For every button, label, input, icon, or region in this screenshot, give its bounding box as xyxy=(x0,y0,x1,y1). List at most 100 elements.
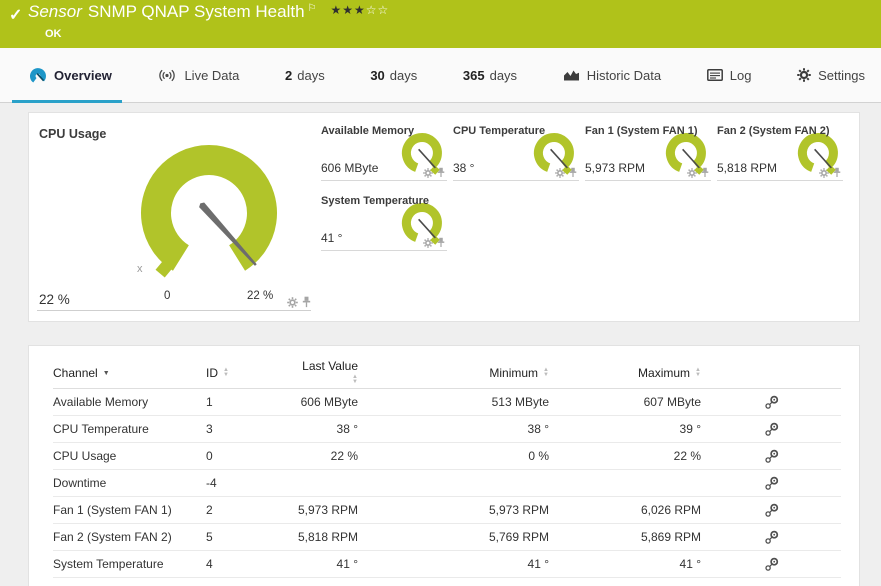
column-header-minimum[interactable]: Minimum ▲ ▼ xyxy=(358,358,549,389)
cell-maximum xyxy=(549,469,701,497)
cell-id: -4 xyxy=(206,469,293,497)
channel-settings-icon[interactable] xyxy=(764,557,779,572)
primary-gauge-cell: CPU Usage x 0 22 % 22 % xyxy=(37,121,319,313)
channel-settings-icon[interactable] xyxy=(764,449,779,464)
table-row[interactable]: Downtime -4 xyxy=(53,469,841,497)
channel-settings-icon[interactable] xyxy=(764,422,779,437)
tab-label: Historic Data xyxy=(586,67,662,83)
column-header-actions xyxy=(701,358,841,389)
page-title: SNMP QNAP System Health xyxy=(87,2,305,21)
tab-number: 365 xyxy=(462,67,485,83)
cell-channel[interactable]: System Temperature xyxy=(53,550,206,578)
live-data-icon xyxy=(159,69,176,81)
sort-icon: ▲ ▼ xyxy=(543,367,549,378)
gear-icon[interactable] xyxy=(287,297,298,308)
tab-settings[interactable]: Settings xyxy=(791,48,871,102)
pin-icon[interactable] xyxy=(302,296,311,308)
primary-gauge-footer: 22 % xyxy=(37,287,311,311)
tab-365-days[interactable]: 365 days xyxy=(457,48,523,102)
table-row[interactable]: Fan 1 (System FAN 1) 2 5,973 RPM 5,973 R… xyxy=(53,496,841,524)
cell-minimum: 513 MByte xyxy=(358,388,549,416)
cell-channel[interactable]: Fan 2 (System FAN 2) xyxy=(53,523,206,551)
cell-channel[interactable]: CPU Usage xyxy=(53,442,206,470)
cell-minimum: 5,769 RPM xyxy=(358,523,549,551)
channel-settings-icon[interactable] xyxy=(764,395,779,410)
tab-label: Settings xyxy=(818,67,866,83)
cell-maximum: 22 % xyxy=(549,442,701,470)
cell-minimum: 5,973 RPM xyxy=(358,496,549,524)
flag-icon[interactable]: ⚐ xyxy=(308,3,317,14)
cell-id: 3 xyxy=(206,415,293,443)
cell-minimum: 0 % xyxy=(358,442,549,470)
table-row[interactable]: System Temperature 4 41 ° 41 ° 41 ° xyxy=(53,550,841,578)
tab-30-days[interactable]: 30 days xyxy=(364,48,423,102)
mini-gauge-cpu-temperature: CPU Temperature 38 ° xyxy=(453,121,585,187)
sensor-kind-label: Sensor xyxy=(28,2,82,21)
tab-label: days xyxy=(297,67,325,83)
tab-live-data[interactable]: Live Data xyxy=(151,48,245,102)
channel-settings-icon[interactable] xyxy=(764,476,779,491)
tab-label: days xyxy=(489,67,518,83)
cell-channel[interactable]: Available Memory xyxy=(53,388,206,416)
stars-filled[interactable]: ★★★ xyxy=(331,3,366,17)
cell-channel[interactable]: CPU Temperature xyxy=(53,415,206,443)
mini-gauge-fan1: Fan 1 (System FAN 1) 5,973 RPM xyxy=(585,121,717,187)
mini-gauges-grid: Available Memory 606 MByte CPU Temperatu… xyxy=(319,121,849,321)
cell-channel[interactable]: Fan 1 (System FAN 1) xyxy=(53,496,206,524)
cell-minimum xyxy=(358,469,549,497)
gauge-scale-marker: x xyxy=(137,263,143,275)
tab-number: 30 xyxy=(370,67,385,83)
mini-gauge-available-memory: Available Memory 606 MByte xyxy=(321,121,453,187)
system-temperature-gauge xyxy=(399,201,445,247)
table-row[interactable]: Available Memory 1 606 MByte 513 MByte 6… xyxy=(53,388,841,416)
cell-channel[interactable]: Downtime xyxy=(53,469,206,497)
column-header-last-value[interactable]: Last Value ▲ ▼ xyxy=(293,358,358,389)
cell-id: 1 xyxy=(206,388,293,416)
historic-data-icon xyxy=(563,70,579,81)
cell-maximum: 5,869 RPM xyxy=(549,523,701,551)
available-memory-gauge xyxy=(399,131,445,177)
table-row[interactable]: Fan 2 (System FAN 2) 5 5,818 RPM 5,769 R… xyxy=(53,523,841,551)
column-header-channel[interactable]: Channel ▼ xyxy=(53,358,206,389)
column-label: Channel xyxy=(53,365,98,380)
column-header-maximum[interactable]: Maximum ▲ ▼ xyxy=(549,358,701,389)
cell-id: 4 xyxy=(206,550,293,578)
cell-id: 0 xyxy=(206,442,293,470)
sensor-title-line: Sensor SNMP QNAP System Health ⚐ ★★★☆☆ xyxy=(28,2,389,22)
cell-maximum: 41 ° xyxy=(549,550,701,578)
tab-historic-data[interactable]: Historic Data xyxy=(557,48,667,102)
stars-empty[interactable]: ☆☆ xyxy=(366,3,390,17)
cell-minimum: 41 ° xyxy=(358,550,549,578)
column-label: ID xyxy=(206,365,218,380)
sort-desc-icon: ▼ xyxy=(102,370,110,378)
tab-2-days[interactable]: 2 days xyxy=(279,48,331,102)
table-row[interactable]: CPU Usage 0 22 % 0 % 22 % xyxy=(53,442,841,470)
sensor-tabbar: Overview Live Data 2 days 30 days 365 da… xyxy=(0,48,881,103)
cell-last-value xyxy=(293,469,358,497)
column-header-id[interactable]: ID ▲ ▼ xyxy=(206,358,293,389)
log-icon xyxy=(706,69,723,81)
sort-icon: ▲ ▼ xyxy=(695,367,701,378)
cell-minimum: 38 ° xyxy=(358,415,549,443)
channel-table: Channel ▼ ID ▲ ▼ Last Value ▲ ▼ Minimum ▲ ▼ Max… xyxy=(53,358,841,578)
channel-settings-icon[interactable] xyxy=(764,530,779,545)
sort-icon: ▲ ▼ xyxy=(352,374,358,385)
tab-label: Log xyxy=(729,67,752,83)
tab-label: days xyxy=(389,67,418,83)
cell-last-value: 38 ° xyxy=(293,415,358,443)
cell-id: 2 xyxy=(206,496,293,524)
column-label: Last Value xyxy=(302,358,358,373)
priority-star-rating[interactable]: ★★★☆☆ xyxy=(331,3,390,17)
table-row[interactable]: CPU Temperature 3 38 ° 38 ° 39 ° xyxy=(53,415,841,443)
cell-last-value: 5,973 RPM xyxy=(293,496,358,524)
mini-gauge-title: Fan 2 (System FAN 2) xyxy=(717,125,830,137)
channel-settings-icon[interactable] xyxy=(764,503,779,518)
cell-last-value: 41 ° xyxy=(293,550,358,578)
tab-overview[interactable]: Overview xyxy=(12,48,122,103)
mini-gauge-title: Available Memory xyxy=(321,125,415,137)
tab-label: Overview xyxy=(54,67,112,83)
fan2-gauge xyxy=(795,131,841,177)
tab-label: Live Data xyxy=(184,67,240,83)
table-header-row: Channel ▼ ID ▲ ▼ Last Value ▲ ▼ Minimum ▲ ▼ Max… xyxy=(53,358,841,389)
tab-log[interactable]: Log xyxy=(701,48,758,102)
